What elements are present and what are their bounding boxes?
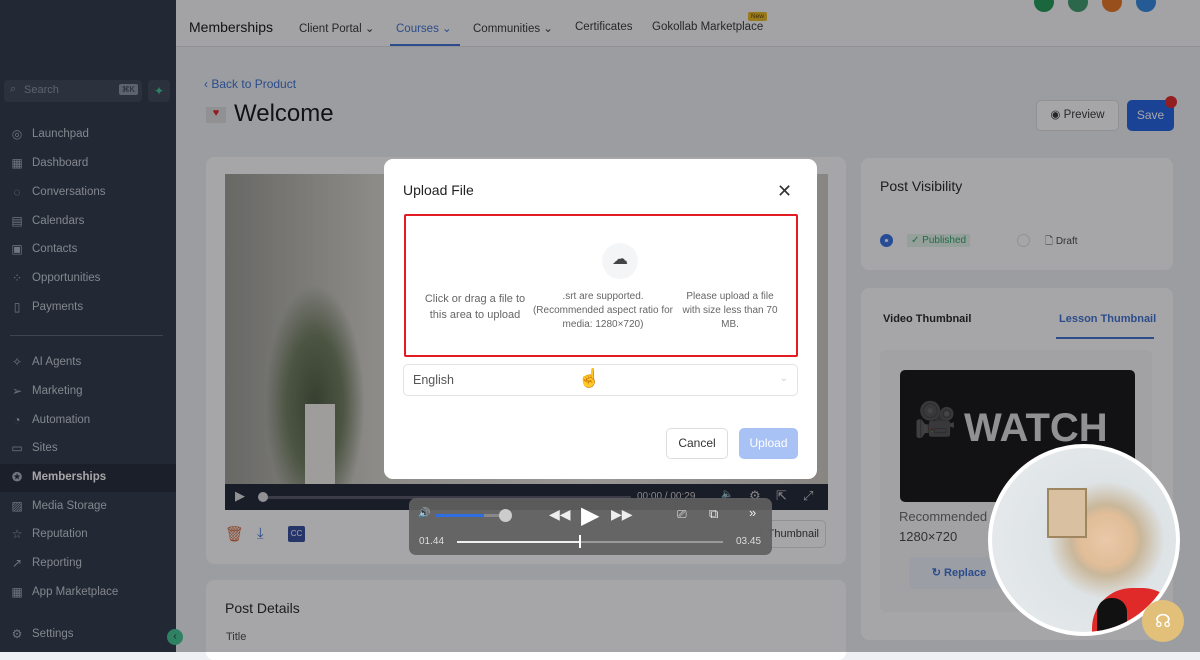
chevron-down-icon: ⌄ — [779, 373, 788, 384]
media-player-controls: 🔊 ◀◀ ▶ ▶▶ ⎚ ⧉ » 01.44 03.45 — [409, 498, 772, 555]
chat-widget-button[interactable]: ☊ — [1142, 600, 1184, 642]
microphone — [1097, 598, 1127, 632]
airplay-icon[interactable]: ⎚ — [677, 507, 687, 522]
cancel-button[interactable]: Cancel — [666, 428, 728, 459]
total-time: 03.45 — [736, 536, 762, 547]
close-icon[interactable]: ✕ — [777, 181, 792, 202]
upload-file-modal: Upload File ✕ ☁ Click or drag a file to … — [384, 159, 817, 479]
volume-slider[interactable] — [436, 514, 500, 517]
volume-icon[interactable]: 🔊 — [418, 508, 430, 519]
current-time: 01.44 — [419, 536, 445, 547]
wall-art — [1047, 488, 1087, 538]
more-icon[interactable]: » — [749, 505, 756, 520]
upload-button[interactable]: Upload — [739, 428, 798, 459]
picture-in-picture-icon[interactable]: ⧉ — [709, 506, 718, 522]
fast-forward-icon[interactable]: ▶▶ — [611, 506, 633, 523]
volume-knob[interactable] — [499, 509, 512, 522]
modal-title: Upload File — [403, 182, 474, 198]
language-select[interactable]: English ⌄ — [403, 364, 798, 396]
file-dropzone[interactable]: ☁ Click or drag a file to this area to u… — [404, 214, 798, 388]
rewind-icon[interactable]: ◀◀ — [549, 506, 571, 523]
scrubber-handle[interactable] — [579, 535, 582, 548]
playback-scrubber[interactable] — [457, 541, 723, 543]
play-icon[interactable]: ▶ — [581, 501, 599, 530]
cloud-upload-icon: ☁ — [602, 243, 638, 279]
